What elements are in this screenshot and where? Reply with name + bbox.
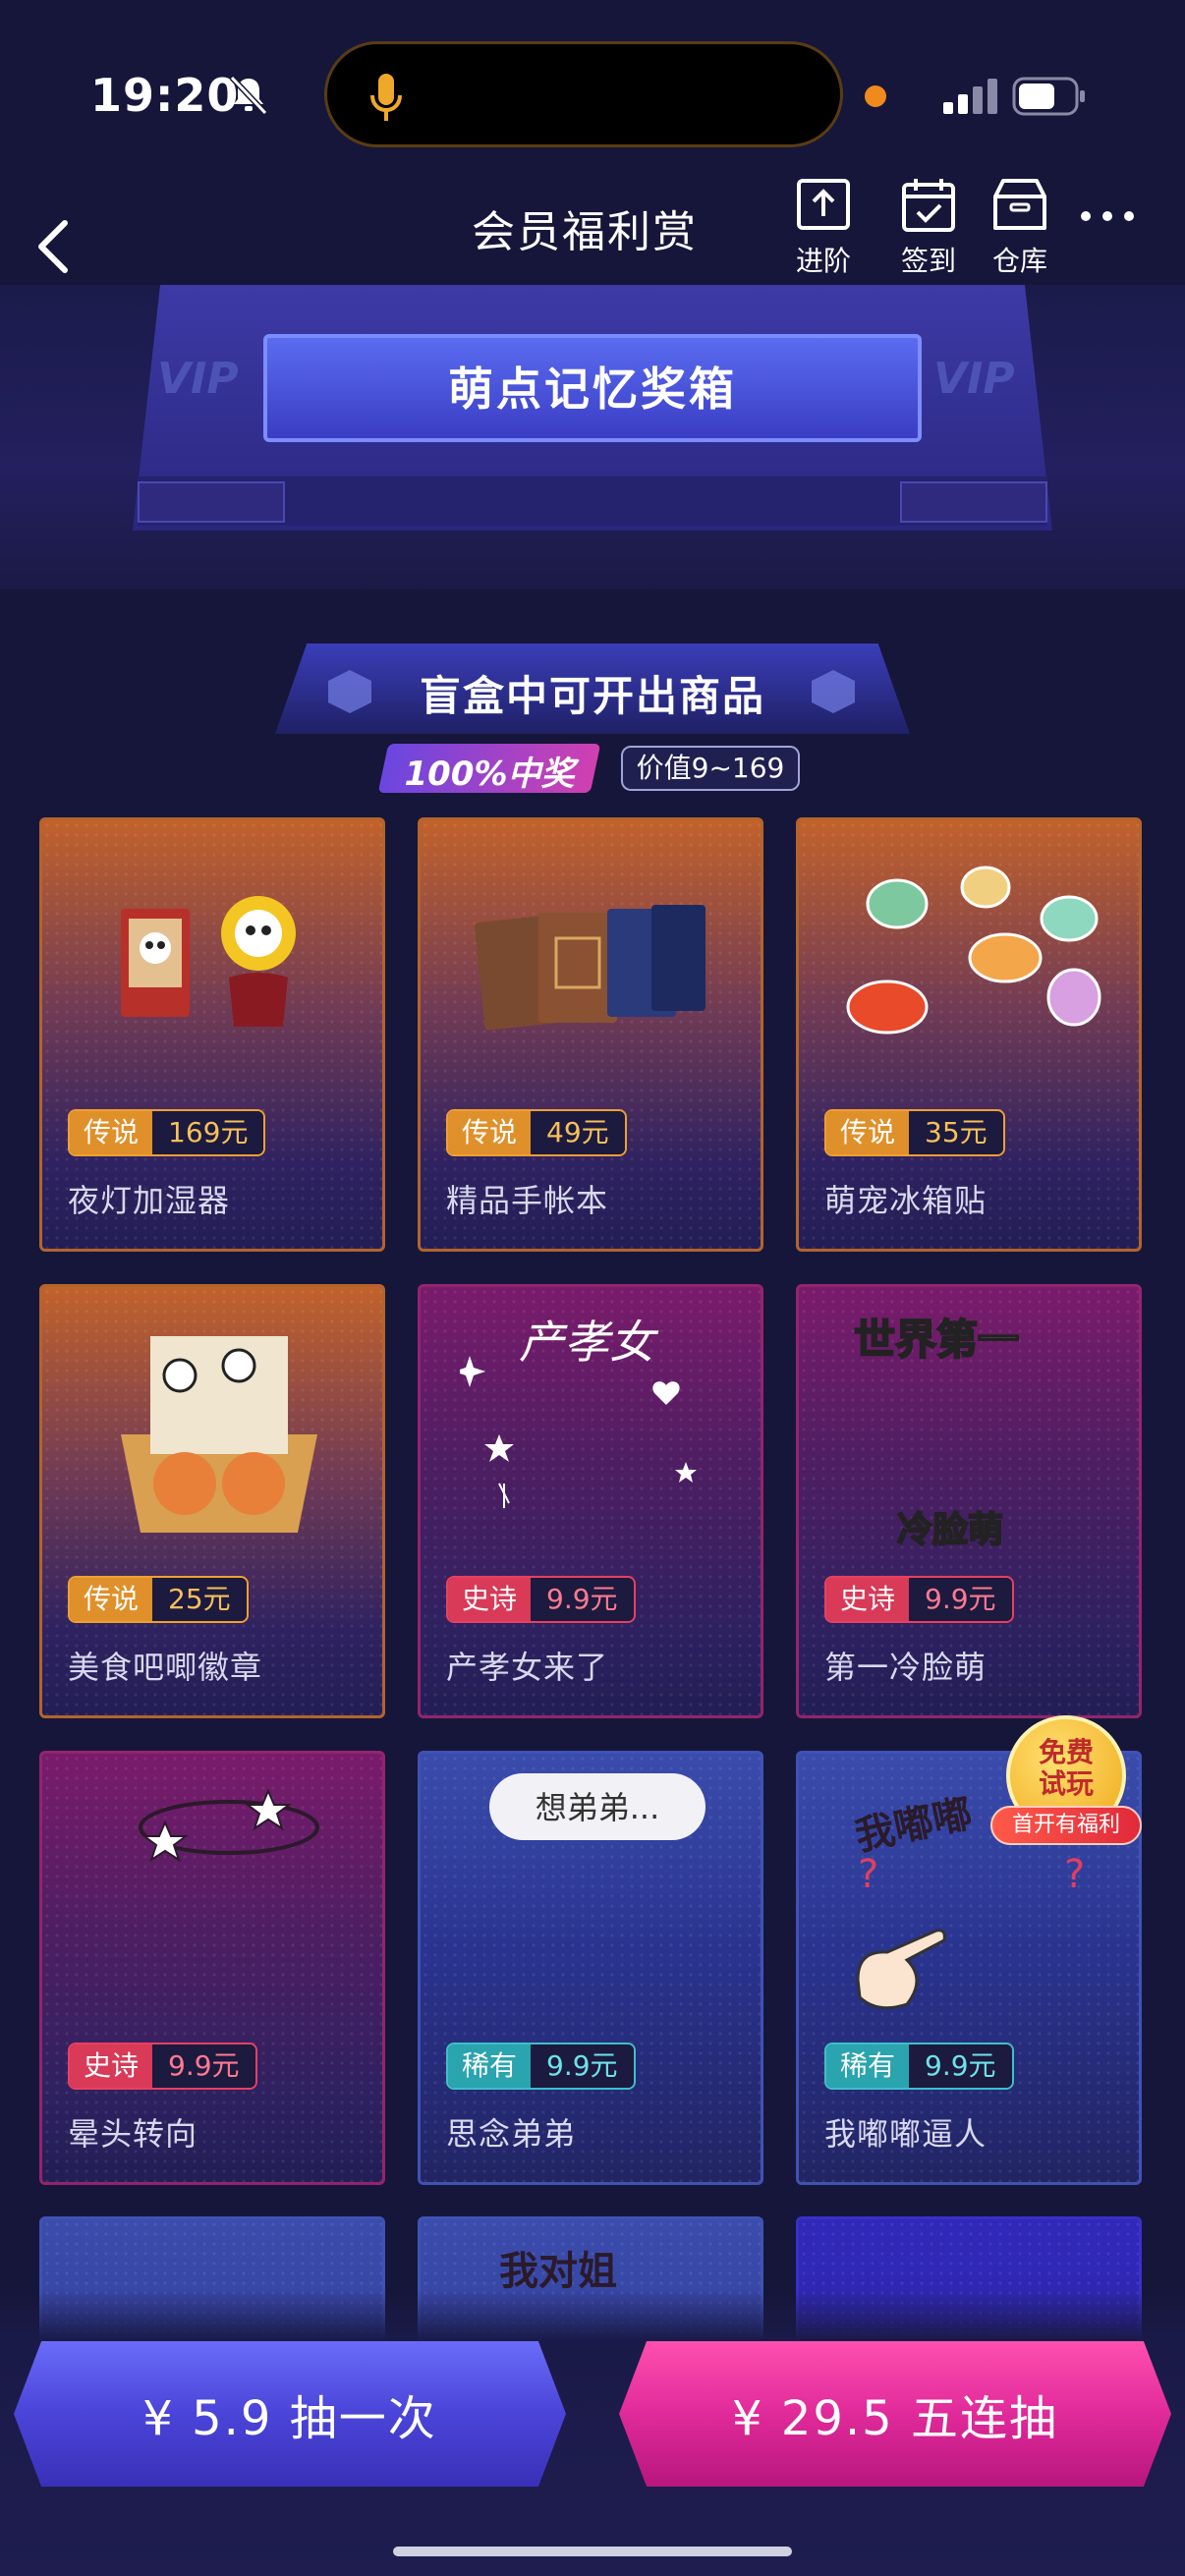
food-badge-image	[121, 1336, 317, 1533]
product-name: 晕头转向	[68, 2115, 198, 2153]
rarity-tag: 稀有 9.9元	[446, 2043, 636, 2090]
upload-icon	[797, 179, 850, 230]
battery-icon	[1012, 77, 1085, 116]
price-label: 9.9元	[909, 1578, 1012, 1621]
xiangdidi-art-text: 想弟弟...	[535, 1789, 660, 1826]
price-label: 25元	[152, 1578, 247, 1621]
price-label: 49元	[531, 1111, 625, 1154]
rarity-label: 史诗	[70, 2044, 153, 2088]
calendar-check-icon	[902, 179, 955, 232]
product-name: 萌宠冰箱贴	[824, 1182, 988, 1219]
win-badge: 100%中奖	[404, 755, 575, 794]
draw-five-button[interactable]: ¥ 29.5 五连抽	[619, 2341, 1171, 2487]
price-label: 9.9元	[909, 2044, 1012, 2088]
banner-slot-left	[138, 481, 285, 523]
wodudu-art-text: 我嘟嘟	[851, 1790, 977, 1860]
rarity-label: 史诗	[826, 1578, 910, 1621]
sparkle-stars-image	[460, 1356, 697, 1508]
weibo-vip-logo-left: VIP	[157, 354, 239, 404]
rarity-tag: 传说 35元	[824, 1109, 1005, 1156]
product-card-food-badge[interactable]: 传说 25元 美食吧唧徽章	[39, 1284, 385, 1718]
product-name: 我嘟嘟逼人	[824, 2115, 988, 2153]
pointing-hand-image	[856, 1929, 946, 2010]
question-mark: ?	[1064, 1852, 1086, 1897]
product-name: 美食吧唧徽章	[68, 1649, 263, 1686]
more-icon[interactable]	[1078, 206, 1137, 226]
free-trial-badge[interactable]: 免费 试玩 首开有福利	[990, 1715, 1142, 1847]
recording-indicator	[865, 85, 886, 107]
product-card-night-light[interactable]: 传说 169元 夜灯加湿器	[39, 817, 385, 1252]
product-card-dizzy[interactable]: 史诗 9.9元 晕头转向	[39, 1751, 385, 2185]
rarity-label: 传说	[70, 1111, 153, 1154]
dynamic-island	[324, 41, 843, 147]
advance-button[interactable]: 进阶	[779, 177, 868, 279]
rarity-tag: 史诗 9.9元	[824, 1576, 1014, 1623]
checkin-label: 签到	[900, 245, 956, 277]
product-card-notebook[interactable]: 传说 49元 精品手帐本	[418, 817, 763, 1252]
rarity-tag: 传说 25元	[68, 1576, 249, 1623]
box-icon	[993, 179, 1046, 230]
rarity-tag: 史诗 9.9元	[446, 1576, 636, 1623]
free-trial-ribbon: 首开有福利	[990, 1806, 1142, 1845]
bell-muted-icon	[229, 75, 268, 116]
rarity-label: 传说	[826, 1111, 910, 1154]
free-trial-line1: 免费	[1038, 1736, 1094, 1768]
prize-box-banner: VIP VIP 萌点记忆奖箱	[0, 285, 1185, 589]
checkin-button[interactable]: 签到	[884, 177, 973, 279]
rarity-tag: 传说 169元	[68, 1109, 266, 1156]
rarity-tag: 传说 49元	[446, 1109, 627, 1156]
home-indicator[interactable]	[393, 2547, 792, 2556]
notebook-image	[474, 905, 705, 1031]
product-card-missing-brother[interactable]: 想弟弟... 稀有 9.9元 思念弟弟	[418, 1751, 763, 2185]
rarity-label: 传说	[448, 1111, 532, 1154]
price-label: 35元	[909, 1111, 1003, 1154]
price-label: 9.9元	[531, 1578, 634, 1621]
warehouse-button[interactable]: 仓库	[976, 177, 1064, 279]
back-arrow-icon[interactable]	[29, 211, 79, 280]
product-name: 夜灯加湿器	[68, 1182, 231, 1219]
status-bar: 19:20	[0, 0, 1185, 187]
microphone-icon	[370, 74, 402, 121]
banner-title: 萌点记忆奖箱	[448, 363, 737, 416]
wodui-art-text: 我对姐	[499, 2249, 617, 2294]
nav-bar: 会员福利赏 进阶 签到 仓库	[0, 177, 1185, 285]
section-title: 盲盒中可开出商品	[419, 672, 765, 720]
question-mark: ?	[858, 1852, 879, 1897]
rarity-tag: 稀有 9.9元	[824, 2043, 1014, 2090]
product-card-fridge-magnet[interactable]: 传说 35元 萌宠冰箱贴	[796, 817, 1142, 1252]
product-card-lenglianmeng[interactable]: 世界第一 冷脸萌 史诗 9.9元 第一冷脸萌	[796, 1284, 1142, 1718]
product-name: 思念弟弟	[446, 2115, 577, 2153]
rarity-label: 稀有	[448, 2044, 532, 2088]
signal-icon	[943, 79, 997, 114]
banner-slot-right	[900, 481, 1047, 523]
value-range-badge: 价值9~169	[621, 746, 800, 791]
lenglian-art-text: 冷脸萌	[896, 1509, 1004, 1551]
draw-once-button[interactable]: ¥ 5.9 抽一次	[14, 2341, 566, 2487]
shijie-art-text: 世界第一	[853, 1315, 1020, 1365]
advance-label: 进阶	[795, 245, 851, 277]
rarity-tag: 史诗 9.9元	[68, 2043, 257, 2090]
status-time: 19:20	[90, 69, 240, 122]
price-label: 9.9元	[152, 2044, 255, 2088]
price-label: 169元	[152, 1111, 264, 1154]
product-card-chanxiaonv[interactable]: 产孝女 史诗 9.9元 产孝女来了	[418, 1284, 763, 1718]
dizzy-stars-image	[139, 1788, 319, 1863]
weibo-vip-logo-right: VIP	[933, 354, 1015, 404]
rarity-label: 稀有	[826, 2044, 910, 2088]
rarity-label: 传说	[70, 1578, 153, 1621]
rarity-label: 史诗	[448, 1578, 532, 1621]
product-name: 第一冷脸萌	[824, 1649, 988, 1686]
night-light-image	[121, 896, 296, 1027]
product-name: 精品手帐本	[446, 1182, 609, 1219]
product-name: 产孝女来了	[446, 1649, 609, 1686]
warehouse-label: 仓库	[991, 245, 1047, 277]
price-label: 9.9元	[531, 2044, 634, 2088]
free-trial-line2: 试玩	[1038, 1767, 1094, 1800]
page-title: 会员福利赏	[472, 207, 698, 257]
fridge-magnet-image	[846, 866, 1101, 1035]
